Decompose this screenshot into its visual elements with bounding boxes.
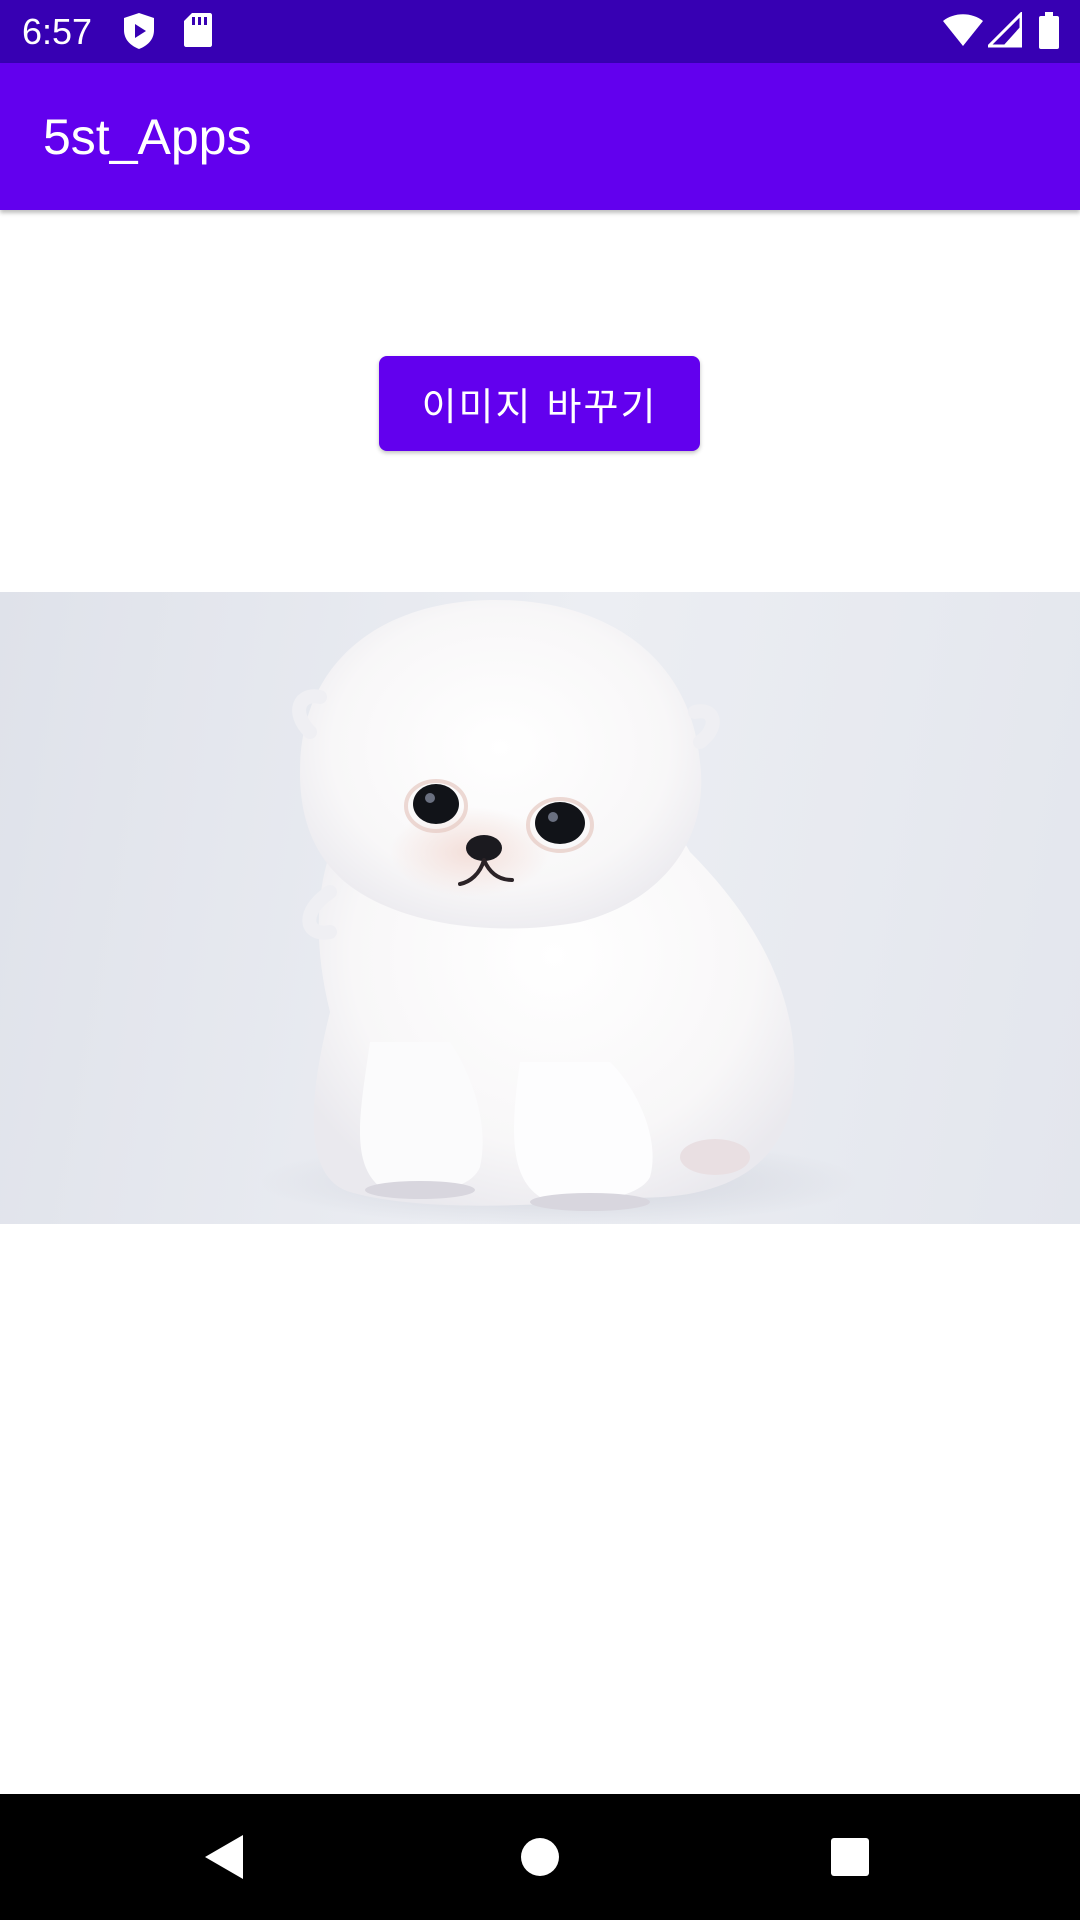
home-icon[interactable] — [505, 1822, 575, 1892]
shield-play-icon — [122, 12, 156, 50]
battery-icon — [1038, 12, 1060, 50]
wifi-icon — [943, 12, 983, 50]
puppy-image — [0, 592, 1080, 1224]
app-bar: 5st_Apps — [0, 63, 1080, 210]
sd-card-icon — [183, 12, 213, 50]
status-time: 6:57 — [22, 11, 93, 52]
status-bar: 6:57 — [0, 0, 1080, 63]
navigation-bar — [0, 1794, 1080, 1920]
back-icon[interactable] — [190, 1822, 260, 1892]
change-image-button[interactable]: 이미지 바꾸기 — [379, 356, 700, 451]
signal-icon — [985, 10, 1023, 50]
recents-icon[interactable] — [815, 1822, 885, 1892]
app-title: 5st_Apps — [43, 109, 252, 165]
